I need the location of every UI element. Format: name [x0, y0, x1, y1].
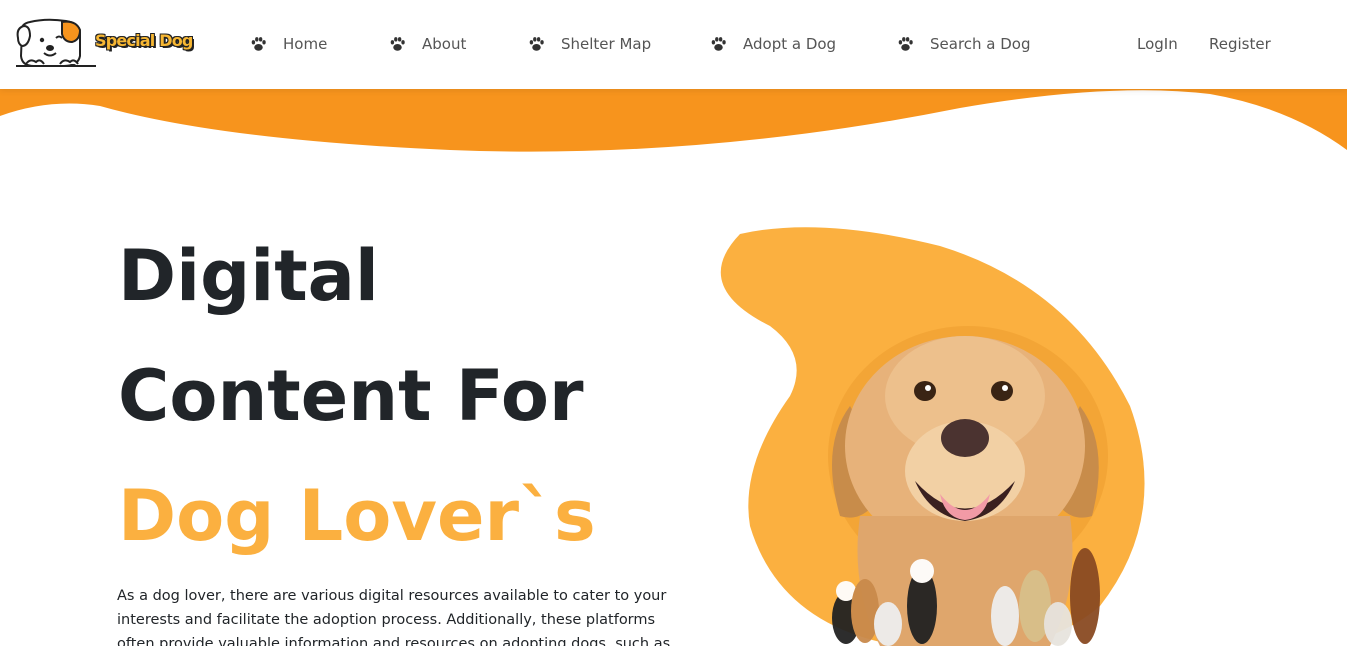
nav-about-label: About [422, 35, 467, 53]
paw-icon [898, 37, 913, 51]
hero-title-line2: Content For [118, 355, 584, 437]
hero-title-line3: Dog Lover`s [118, 475, 596, 557]
nav-search-dog[interactable]: Search a Dog [897, 33, 1031, 55]
dog-logo-icon [16, 18, 96, 67]
header-wave [0, 88, 1347, 152]
nav-search-dog-label: Search a Dog [930, 35, 1031, 53]
hero-title-line1: Digital [118, 235, 379, 317]
register-link[interactable]: Register [1209, 33, 1271, 55]
nav-adopt-dog[interactable]: Adopt a Dog [710, 33, 836, 55]
dog-hero-image [720, 227, 1145, 646]
nav-home[interactable]: Home [250, 33, 327, 55]
login-link[interactable]: LogIn [1137, 33, 1178, 55]
paw-icon [251, 37, 266, 51]
nav-home-label: Home [283, 35, 328, 53]
paw-icon [529, 37, 544, 51]
paw-icon [711, 37, 726, 51]
nav-shelter-map-label: Shelter Map [561, 35, 652, 53]
nav-about[interactable]: About [389, 33, 466, 55]
hero-description: As a dog lover, there are various digita… [117, 588, 671, 646]
nav-adopt-dog-label: Adopt a Dog [743, 35, 837, 53]
brand-name[interactable]: Special Dog [95, 31, 193, 50]
paw-icon [390, 37, 405, 51]
nav-shelter-map[interactable]: Shelter Map [528, 33, 651, 55]
navbar: Special Dog Home About Shelter Map Adopt… [0, 0, 1347, 89]
